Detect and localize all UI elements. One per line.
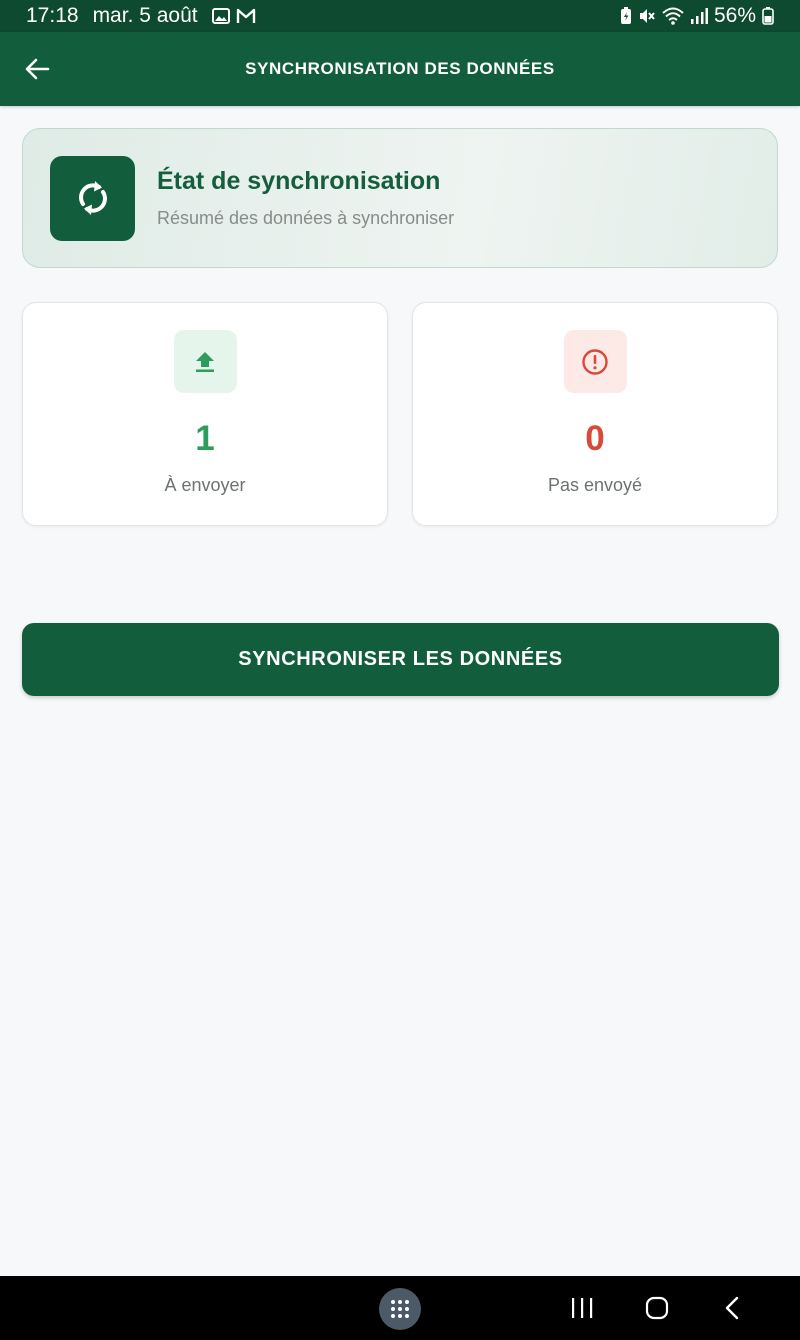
to-send-icon-tile [173,330,237,393]
alert-circle-icon [582,348,608,375]
back-button[interactable] [18,51,56,87]
not-sent-count: 0 [585,419,605,458]
nav-back-button[interactable] [712,1290,752,1326]
apps-button[interactable] [379,1288,421,1330]
apps-icon [391,1300,409,1318]
home-icon [645,1296,669,1320]
back-icon [725,1296,739,1320]
page-title: SYNCHRONISATION DES DONNÉES [245,59,555,78]
system-nav-bar [0,1276,800,1340]
upload-icon [196,351,214,372]
arrow-left-icon [25,58,50,80]
gallery-icon [211,8,230,24]
sync-icon [78,181,107,215]
not-sent-icon-tile [563,330,627,393]
status-date: mar. 5 août [92,4,198,27]
battery-saver-icon [620,7,631,24]
sync-status-subtitle: Résumé des données à synchroniser [157,208,455,228]
status-bar: 17:18 mar. 5 août 56% [0,0,800,32]
battery-level: 56% [713,4,756,27]
status-time: 17:18 [26,4,79,27]
app-bar: SYNCHRONISATION DES DONNÉES [0,32,800,106]
not-sent-label: Pas envoyé [547,475,643,495]
to-send-count: 1 [195,419,215,458]
wifi-icon [662,7,684,25]
sync-status-card: État de synchronisation Résumé des donné… [22,128,778,268]
synchronize-button[interactable]: SYNCHRONISER LES DONNÉES [22,623,779,696]
recent-apps-button[interactable] [562,1290,602,1326]
recent-apps-icon [572,1298,593,1318]
sync-status-tile [50,155,135,241]
to-send-label: À envoyer [164,475,246,495]
home-button[interactable] [637,1290,677,1326]
mute-icon [639,9,655,23]
gmail-icon [236,8,255,23]
stat-card-to-send: 1 À envoyer [22,302,388,526]
battery-icon [762,7,774,25]
stat-card-not-sent: 0 Pas envoyé [412,302,778,526]
sync-status-title: État de synchronisation [157,167,441,195]
signal-icon [690,8,708,24]
